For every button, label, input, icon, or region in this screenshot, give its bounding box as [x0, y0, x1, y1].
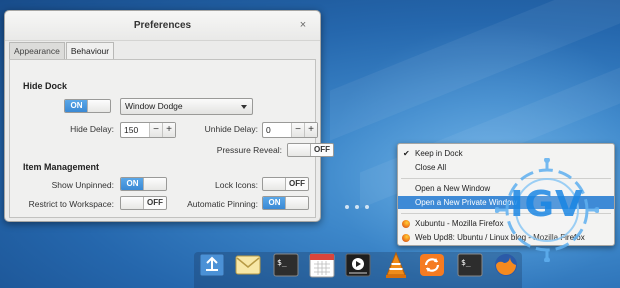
update-icon[interactable] — [418, 250, 446, 280]
mail-icon[interactable] — [234, 250, 262, 280]
tab-appearance[interactable]: Appearance — [9, 42, 65, 59]
vlc-icon[interactable] — [382, 250, 410, 280]
automatic-pinning-toggle[interactable]: ON — [262, 196, 309, 210]
tab-behaviour[interactable]: Behaviour — [65, 42, 115, 59]
dock-drag-indicator — [345, 205, 369, 209]
svg-text:$_: $_ — [461, 258, 471, 267]
hide-mode-value: Window Dodge — [125, 101, 183, 111]
calendar-icon[interactable] — [308, 250, 336, 280]
video-player-icon[interactable] — [344, 250, 372, 280]
toggle-off-label: OFF — [310, 144, 333, 156]
svg-text:$_: $_ — [277, 258, 287, 267]
terminal-icon[interactable]: $_ — [456, 250, 484, 280]
toggle-on-label: ON — [263, 197, 286, 209]
unhide-delay-minus-button[interactable]: − — [291, 123, 304, 137]
dot — [345, 205, 349, 209]
automatic-pinning-label: Automatic Pinning: — [187, 199, 258, 209]
dot — [365, 205, 369, 209]
tab-bar: Appearance Behaviour — [9, 42, 115, 60]
toggle-on-label: ON — [121, 178, 144, 190]
lock-icons-label: Lock Icons: — [215, 180, 258, 190]
hide-delay-value: 150 — [124, 125, 139, 135]
toggle-knob — [87, 100, 110, 112]
dot — [355, 205, 359, 209]
behaviour-panel: Hide Dock ON Window Dodge Hide Delay: 15… — [9, 59, 334, 218]
restrict-workspace-label: Restrict to Workspace: — [28, 199, 114, 209]
toggle-knob — [143, 178, 166, 190]
pressure-reveal-label: Pressure Reveal: — [216, 145, 282, 155]
lock-icons-toggle[interactable]: OFF — [262, 177, 309, 191]
firefox-icon — [402, 234, 410, 242]
watermark-text: IGV — [510, 184, 584, 225]
watermark-logo: IGV — [494, 157, 600, 263]
menu-item-label: Keep in Dock — [415, 149, 463, 158]
toggle-off-label: OFF — [143, 197, 166, 209]
title-bar[interactable]: Preferences × — [5, 11, 320, 41]
hide-mode-dropdown[interactable]: Window Dodge — [120, 98, 253, 115]
files-icon[interactable] — [198, 250, 226, 280]
toggle-knob — [263, 178, 287, 190]
hide-delay-minus-button[interactable]: − — [149, 123, 162, 137]
pressure-reveal-toggle[interactable]: OFF — [287, 143, 334, 157]
check-icon: ✔ — [403, 149, 410, 158]
toggle-knob — [288, 144, 312, 156]
menu-item-label: Xubuntu - Mozilla Firefox — [415, 219, 504, 228]
unhide-delay-value: 0 — [266, 125, 271, 135]
chevron-down-icon — [241, 105, 247, 109]
toggle-on-label: ON — [65, 100, 88, 112]
restrict-workspace-toggle[interactable]: OFF — [120, 196, 167, 210]
unhide-delay-label: Unhide Delay: — [204, 124, 258, 134]
show-unpinned-toggle[interactable]: ON — [120, 177, 167, 191]
close-button[interactable]: × — [296, 18, 310, 32]
hide-delay-label: Hide Delay: — [70, 124, 114, 134]
hide-delay-spinner[interactable]: 150 − + — [120, 122, 176, 138]
hide-dock-toggle[interactable]: ON — [64, 99, 111, 113]
hide-dock-heading: Hide Dock — [23, 81, 68, 91]
preferences-window: Preferences × Appearance Behaviour Hide … — [4, 10, 334, 222]
toggle-knob — [285, 197, 308, 209]
firefox-icon[interactable] — [492, 250, 520, 280]
unhide-delay-spinner[interactable]: 0 − + — [262, 122, 318, 138]
terminal-icon[interactable]: $_ — [272, 250, 300, 280]
firefox-icon — [402, 220, 410, 228]
window-title: Preferences — [133, 20, 192, 31]
show-unpinned-label: Show Unpinned: — [51, 180, 114, 190]
toggle-off-label: OFF — [285, 178, 308, 190]
unhide-delay-plus-button[interactable]: + — [304, 123, 317, 137]
item-management-heading: Item Management — [23, 162, 100, 172]
toggle-knob — [121, 197, 145, 209]
